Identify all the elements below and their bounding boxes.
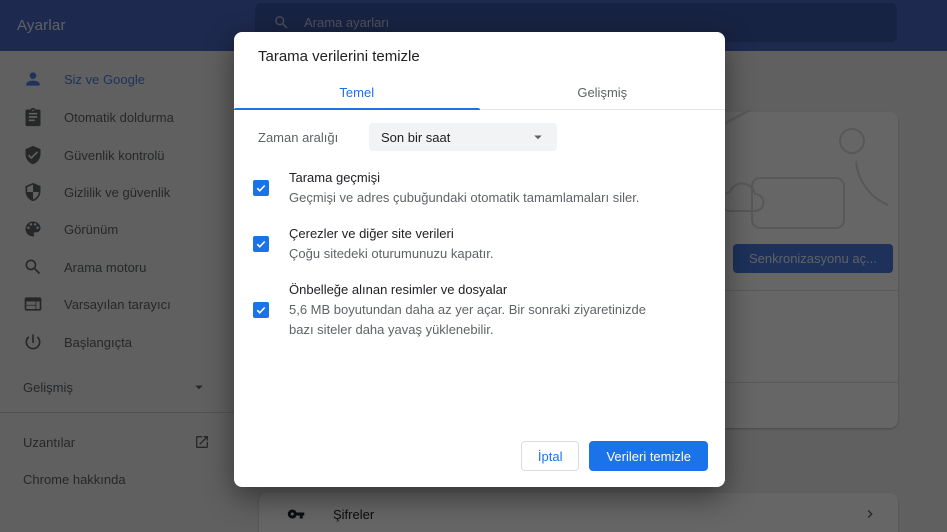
cancel-button[interactable]: İptal — [521, 441, 580, 471]
tab-temel[interactable]: Temel — [234, 76, 480, 109]
clear-browsing-data-dialog: Tarama verilerini temizle Temel Gelişmiş… — [234, 32, 725, 487]
checkbox-description: Çoğu sitedeki oturumunuzu kapatır. — [289, 244, 494, 264]
dropdown-arrow-icon — [529, 128, 547, 146]
time-range-select[interactable]: Son bir saat — [369, 123, 557, 151]
checkbox-text: Tarama geçmişi Geçmişi ve adres çubuğund… — [289, 168, 639, 208]
dialog-tabbar: Temel Gelişmiş — [234, 76, 725, 110]
time-range-value: Son bir saat — [381, 130, 450, 145]
tab-gelismis[interactable]: Gelişmiş — [480, 76, 726, 109]
check-icon — [255, 238, 267, 250]
dialog-title: Tarama verilerini temizle — [258, 48, 420, 65]
checkbox-list: Tarama geçmişi Geçmişi ve adres çubuğund… — [253, 168, 701, 356]
checkbox-description: 5,6 MB boyutundan daha az yer açar. Bir … — [289, 300, 659, 340]
check-icon — [255, 182, 267, 194]
checkbox-checked-icon[interactable] — [253, 302, 269, 318]
checkbox-checked-icon[interactable] — [253, 180, 269, 196]
checkbox-checked-icon[interactable] — [253, 236, 269, 252]
chrome-settings-page: Ayarlar Siz ve Google Otomatik doldurma … — [0, 0, 947, 532]
dialog-footer: İptal Verileri temizle — [521, 441, 708, 471]
checkbox-label: Önbelleğe alınan resimler ve dosyalar — [289, 280, 659, 300]
clear-data-button[interactable]: Verileri temizle — [589, 441, 708, 471]
check-icon — [255, 304, 267, 316]
checkbox-row-cached-files[interactable]: Önbelleğe alınan resimler ve dosyalar 5,… — [253, 280, 701, 340]
checkbox-text: Çerezler ve diğer site verileri Çoğu sit… — [289, 224, 494, 264]
checkbox-description: Geçmişi ve adres çubuğundaki otomatik ta… — [289, 188, 639, 208]
time-range-label: Zaman aralığı — [258, 130, 345, 145]
checkbox-row-cookies[interactable]: Çerezler ve diğer site verileri Çoğu sit… — [253, 224, 701, 264]
checkbox-text: Önbelleğe alınan resimler ve dosyalar 5,… — [289, 280, 659, 340]
checkbox-label: Çerezler ve diğer site verileri — [289, 224, 494, 244]
checkbox-row-browsing-history[interactable]: Tarama geçmişi Geçmişi ve adres çubuğund… — [253, 168, 701, 208]
checkbox-label: Tarama geçmişi — [289, 168, 639, 188]
time-range-row: Zaman aralığı Son bir saat — [258, 123, 345, 151]
